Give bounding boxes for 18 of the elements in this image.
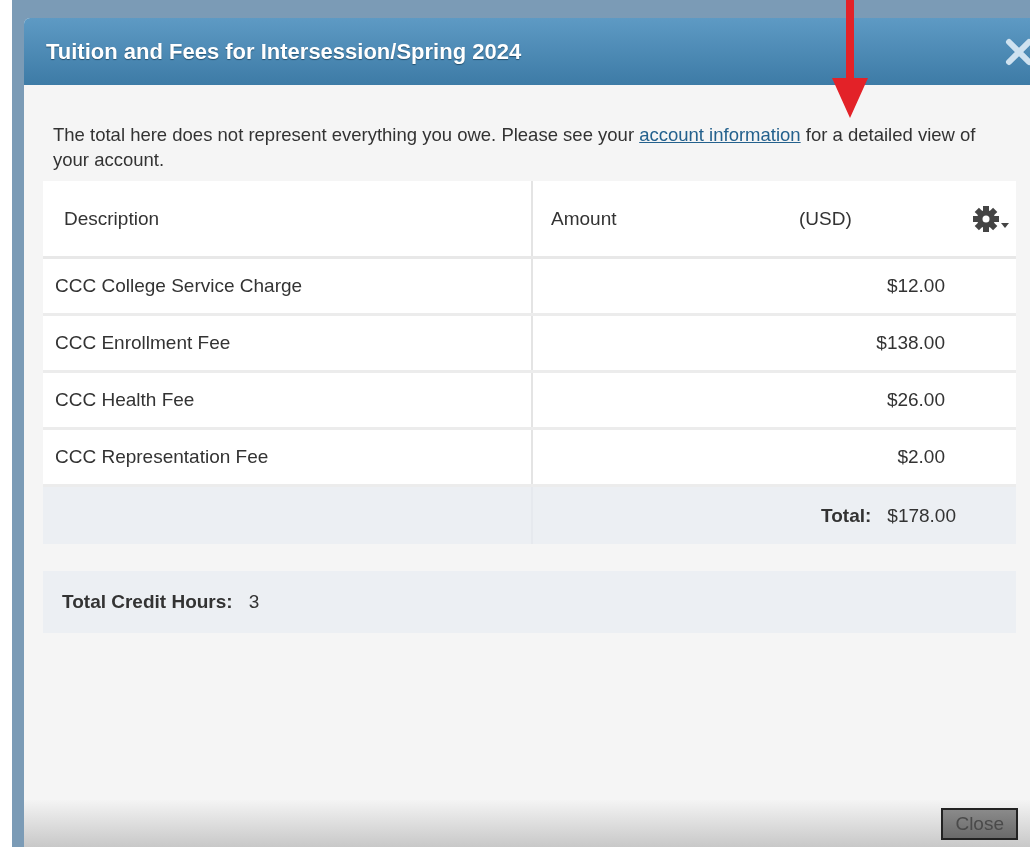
credit-hours-label: Total Credit Hours:: [62, 591, 233, 613]
amount-cell: $12.00: [886, 275, 945, 296]
account-information-link[interactable]: account information: [639, 124, 801, 145]
total-label: Total:: [821, 504, 872, 526]
total-amount: $178.00: [887, 504, 956, 526]
description-cell: CCC Representation Fee: [55, 446, 269, 467]
description-cell: CCC Health Fee: [55, 389, 195, 410]
column-header: Amount: [551, 207, 617, 229]
column-header: Description: [64, 207, 160, 229]
amount-cell: $26.00: [886, 389, 945, 410]
credit-hours-value: 3: [248, 591, 260, 613]
amount-cell: $2.00: [897, 446, 945, 467]
column-header: (USD): [799, 207, 852, 229]
description-cell: CCC College Service Charge: [55, 275, 303, 296]
dialog-title: Tuition and Fees for Intersession/Spring 2024: [46, 38, 522, 65]
notice-text: The total here does not represent everything you owe. Please see your account information for a detailed view of your account.: [53, 123, 977, 172]
description-cell: CCC Enrollment Fee: [55, 332, 231, 353]
amount-cell: $138.00: [876, 332, 945, 353]
